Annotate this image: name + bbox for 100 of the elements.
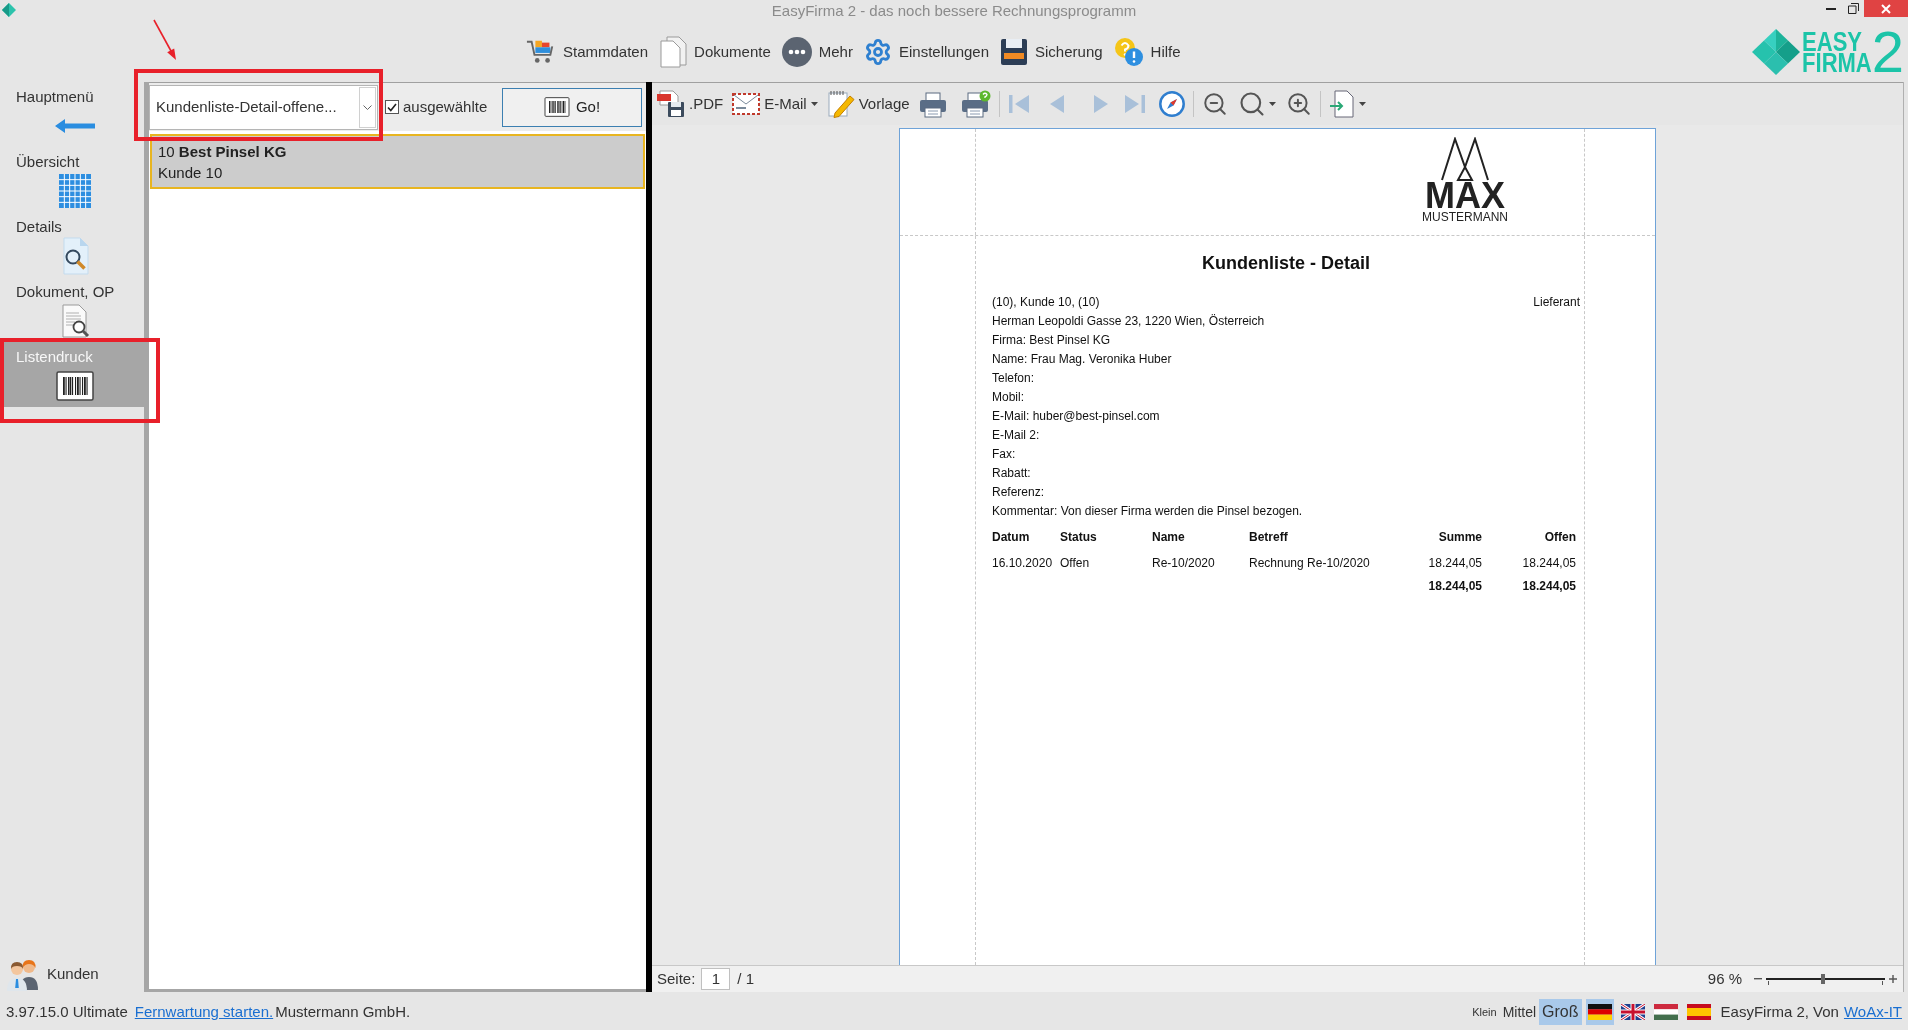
table-header: Status xyxy=(1060,529,1097,546)
zoom-value: 96 % xyxy=(1707,968,1742,989)
chevron-down-icon xyxy=(363,104,372,110)
minus-icon xyxy=(1754,978,1762,980)
logo-subtitle: MUSTERMANN xyxy=(1422,211,1508,224)
table-cell-text: Re-10/2020 xyxy=(1152,555,1215,572)
document-text: Herman Leopoldi Gasse 23, 1220 Wien, Österreich xyxy=(992,313,1265,330)
toolbar-button[interactable]: Stammdaten xyxy=(526,34,649,70)
sidebar-item[interactable]: Details xyxy=(4,212,144,277)
settings-icon xyxy=(863,38,892,66)
logo-text: MAX xyxy=(1425,181,1505,211)
print-preview-button[interactable] xyxy=(960,88,991,120)
document-text: Mobil: xyxy=(992,389,1024,406)
document-text: Rabatt: xyxy=(992,465,1031,482)
table-header: Datum xyxy=(992,529,1030,546)
font-size-button[interactable]: Groß xyxy=(1539,999,1582,1025)
printer-icon xyxy=(918,90,949,118)
toolbar-button[interactable]: Dokumente xyxy=(659,34,771,70)
search-icon xyxy=(1237,90,1266,118)
app-logo-icon xyxy=(2,3,16,17)
document-text: (10), Kunde 10, (10) xyxy=(992,294,1100,311)
table-header: Name xyxy=(1152,529,1185,546)
table-grid-icon xyxy=(59,174,91,208)
document-text: E-Mail 2: xyxy=(992,427,1040,444)
compass-button[interactable] xyxy=(1158,88,1185,120)
barcode-icon xyxy=(56,371,94,401)
document-text: Telefon: xyxy=(992,370,1035,387)
document-text: Firma: Best Pinsel KG xyxy=(992,332,1111,349)
sidebar-item[interactable]: Hauptmenü xyxy=(4,82,144,147)
sidebar-item[interactable]: Übersicht xyxy=(4,147,144,212)
credit-text: EasyFirma 2, Von xyxy=(1720,1001,1839,1022)
envelope-icon xyxy=(732,93,761,115)
slider-thumb[interactable] xyxy=(1821,974,1826,984)
table-cell-text: 16.10.2020 xyxy=(992,555,1053,572)
pencil-notepad-icon xyxy=(826,90,855,118)
save-icon xyxy=(1000,38,1029,66)
remote-support-link[interactable]: Fernwartung starten. xyxy=(134,1000,274,1024)
document-text: Lieferant xyxy=(1533,294,1580,311)
checkbox-label: ausgewählte xyxy=(403,96,488,117)
font-size-button[interactable]: Mittel xyxy=(1499,999,1540,1025)
page-input[interactable]: 1 xyxy=(701,968,731,990)
pdf-file-icon xyxy=(657,90,685,118)
toolbar-button[interactable]: Vorlage xyxy=(826,88,910,120)
more-icon xyxy=(781,37,812,67)
plus-icon xyxy=(1889,975,1897,983)
module-label: Kunden xyxy=(47,964,99,985)
report-dropdown[interactable]: Kundenliste-Detail-offene... xyxy=(149,84,378,130)
toolbar-button[interactable]: .PDF xyxy=(657,88,724,120)
toolbar-button[interactable]: Mehr xyxy=(781,34,853,70)
zoom-slider[interactable] xyxy=(1766,972,1885,986)
help-icon xyxy=(1113,37,1144,67)
document-text: E-Mail: huber@best-pinsel.com xyxy=(992,408,1160,425)
document-text: Kommentar: Von dieser Firma werden die Pinsel bezogen. xyxy=(992,503,1303,520)
document-text: Name: Frau Mag. Veronika Huber xyxy=(992,351,1172,368)
caret-icon xyxy=(1358,102,1366,106)
window-title: EasyFirma 2 - das noch bessere Rechnungsprogramm xyxy=(771,1,1137,20)
company-name: Mustermann GmbH. xyxy=(275,1001,411,1022)
toolbar-button[interactable]: E-Mail xyxy=(732,88,818,120)
table-cell-text: Offen xyxy=(1060,555,1090,572)
diamond-logo-icon xyxy=(1752,29,1801,75)
toolbar-button[interactable]: Einstellungen xyxy=(863,34,990,70)
documents-icon xyxy=(659,36,688,68)
font-size-button[interactable]: Klein xyxy=(1469,999,1500,1025)
minimize-icon xyxy=(1826,7,1836,10)
table-cell-text: Rechnung Re-10/2020 xyxy=(1249,555,1370,572)
go-button[interactable]: Go! xyxy=(502,87,642,127)
export-file-icon xyxy=(1328,90,1355,118)
toolbar-button[interactable]: Hilfe xyxy=(1113,34,1181,70)
checkbox[interactable] xyxy=(385,100,399,114)
export-button[interactable] xyxy=(1328,88,1366,120)
last-page-icon xyxy=(1123,94,1146,114)
caret-icon xyxy=(1268,102,1276,106)
logo-digit: 2 xyxy=(1871,28,1904,76)
people-icon xyxy=(6,958,41,991)
table-header: Offen xyxy=(1544,529,1576,546)
document-text: Referenz: xyxy=(992,484,1045,501)
toolbar-button[interactable]: Sicherung xyxy=(1000,34,1103,70)
list-row[interactable]: 10 Best Pinsel KG Kunde 10 xyxy=(150,134,645,189)
table-header: Summe xyxy=(1438,529,1482,546)
printer-question-icon xyxy=(960,90,991,118)
arrow-left-icon xyxy=(55,119,95,133)
table-cell-text: 18.244,05 xyxy=(1428,555,1482,572)
spanish-flag-icon xyxy=(1686,1004,1711,1020)
close-icon xyxy=(1881,3,1891,14)
checkmark-icon xyxy=(387,102,397,112)
close-button[interactable] xyxy=(1864,0,1908,17)
barcode-icon xyxy=(543,97,570,117)
first-page-icon xyxy=(1007,94,1030,114)
vendor-link[interactable]: WoAx-IT xyxy=(1843,1000,1902,1024)
language-button[interactable] xyxy=(1585,999,1614,1025)
table-cell-text: 18.244,05 xyxy=(1522,555,1576,572)
page-total: / 1 xyxy=(737,968,755,989)
hungarian-flag-icon xyxy=(1653,1004,1678,1020)
table-header: Betreff xyxy=(1249,529,1288,546)
zoom-in-icon xyxy=(1285,91,1312,117)
sidebar-item[interactable]: Dokument, OP xyxy=(4,277,144,342)
page-label: Seite: xyxy=(657,968,696,989)
restore-icon xyxy=(1847,3,1859,14)
british-flag-icon xyxy=(1620,1004,1645,1020)
zoom-out-icon xyxy=(1201,91,1228,117)
